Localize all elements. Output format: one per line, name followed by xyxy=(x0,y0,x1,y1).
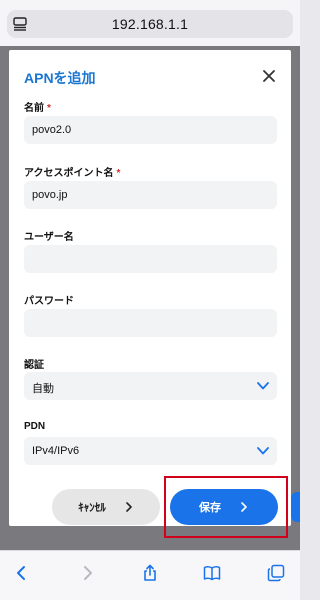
bookmarks-icon[interactable] xyxy=(203,564,221,582)
apn-field[interactable]: povo.jp xyxy=(24,181,277,209)
save-button-highlight xyxy=(164,476,288,538)
name-label-text: 名前 xyxy=(24,103,44,114)
apn-label-text: アクセスポイント名 xyxy=(24,168,114,179)
url-text[interactable]: 192.168.1.1 xyxy=(0,16,300,32)
username-label: ユーザー名 xyxy=(24,232,74,243)
username-field[interactable] xyxy=(24,245,277,273)
share-icon[interactable] xyxy=(141,564,159,582)
background-button-edge xyxy=(291,492,300,522)
back-icon[interactable] xyxy=(13,564,31,582)
close-icon[interactable] xyxy=(262,69,276,83)
pdn-select[interactable]: IPv4/IPv6 xyxy=(24,437,277,465)
forward-icon[interactable] xyxy=(78,564,96,582)
pdn-label: PDN xyxy=(24,421,46,432)
password-field[interactable] xyxy=(24,309,277,337)
browser-url-bar: 192.168.1.1 xyxy=(0,0,300,46)
name-label: 名前 * xyxy=(24,99,51,114)
dialog-title: APNを追加 xyxy=(24,70,96,86)
password-label: パスワード xyxy=(24,296,74,307)
apn-label: アクセスポイント名 * xyxy=(24,164,120,179)
required-mark: * xyxy=(116,168,121,179)
pdn-select-value: IPv4/IPv6 xyxy=(32,445,80,457)
cancel-button-label: ｷｬﾝｾﾙ xyxy=(78,502,106,514)
auth-label: 認証 xyxy=(24,360,44,371)
tabs-icon[interactable] xyxy=(267,564,285,582)
auth-select[interactable]: 自動 xyxy=(24,372,277,400)
name-field[interactable]: povo2.0 xyxy=(24,116,277,144)
chevron-right-icon xyxy=(125,502,132,512)
chevron-down-icon xyxy=(257,447,269,455)
chevron-down-icon xyxy=(257,382,269,390)
required-mark: * xyxy=(47,103,51,114)
auth-select-value: 自動 xyxy=(32,383,54,395)
cancel-button[interactable]: ｷｬﾝｾﾙ xyxy=(52,489,160,525)
